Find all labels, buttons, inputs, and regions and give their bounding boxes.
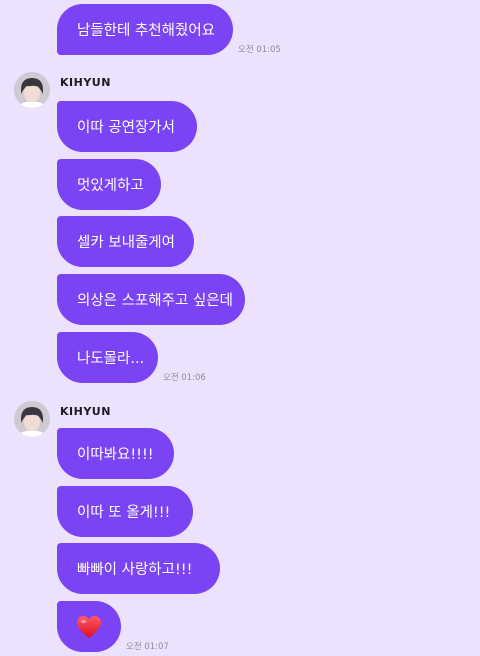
message-bubble[interactable]: 의상은 스포해주고 싶은데 (57, 274, 245, 325)
message-text: 나도몰라... (77, 351, 145, 367)
message-bubble[interactable]: 남들한테 추천해줬어요 (57, 4, 233, 55)
sender-name: KIHYUN (60, 405, 111, 418)
message-bubble[interactable] (57, 601, 121, 652)
message-bubble[interactable]: 빠빠이 사랑하고!!! (57, 543, 220, 594)
avatar-image (14, 401, 50, 437)
message-text: 이따 또 올게!!! (77, 505, 171, 521)
message-bubble[interactable]: 이따 또 올게!!! (57, 486, 193, 537)
message-text: 멋있게하고 (77, 178, 144, 194)
message-bubble[interactable]: 멋있게하고 (57, 159, 161, 210)
message-text: 셀카 보내줄게여 (77, 235, 175, 251)
message-timestamp: 오전 01:07 (126, 642, 169, 652)
message-text: 의상은 스포해주고 싶은데 (77, 293, 233, 309)
message-bubble[interactable]: 셀카 보내줄게여 (57, 216, 194, 267)
message-bubble[interactable]: 나도몰라... (57, 332, 158, 383)
heart-icon (77, 615, 101, 638)
message-text: 남들한테 추천해줬어요 (77, 23, 216, 39)
message-text: 빠빠이 사랑하고!!! (77, 562, 193, 578)
message-timestamp: 오전 01:06 (163, 373, 206, 383)
avatar[interactable] (14, 401, 50, 437)
chat-thread[interactable]: 남들한테 추천해줬어요 오전 01:05 KIHYUN 이따 공연장가서 멋있게… (0, 0, 480, 656)
message-bubble[interactable]: 이따봐요!!!! (57, 428, 174, 479)
message-text: 이따봐요!!!! (77, 447, 154, 463)
avatar[interactable] (14, 72, 50, 108)
message-timestamp: 오전 01:05 (238, 45, 281, 55)
sender-name: KIHYUN (60, 76, 111, 89)
avatar-image (14, 72, 50, 108)
message-text: 이따 공연장가서 (77, 120, 175, 136)
message-bubble[interactable]: 이따 공연장가서 (57, 101, 197, 152)
